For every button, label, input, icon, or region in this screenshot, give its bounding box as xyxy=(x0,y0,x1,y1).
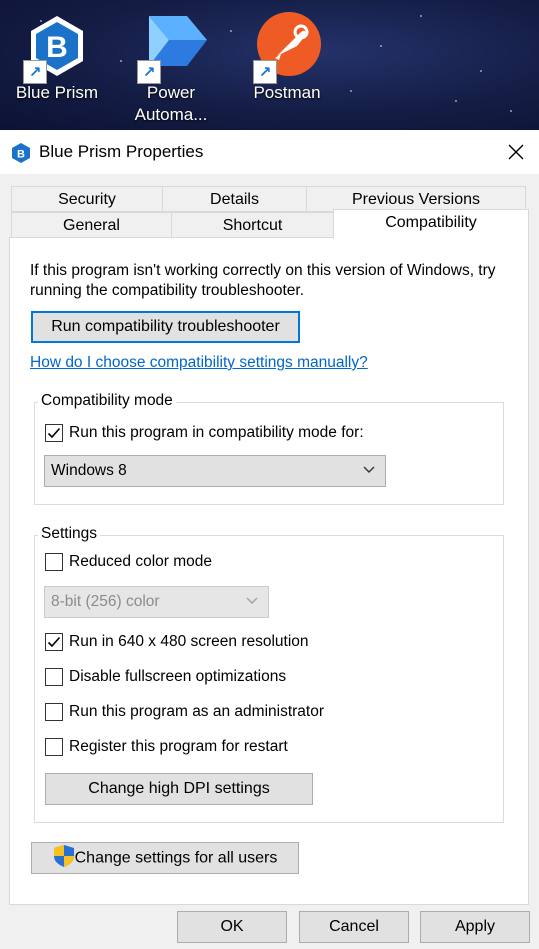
settings-label: Settings xyxy=(38,525,101,543)
blue-prism-icon: B xyxy=(10,142,32,164)
desktop-icon-label: Blue Prism xyxy=(15,83,99,102)
star xyxy=(480,70,482,72)
apply-button[interactable]: Apply xyxy=(420,911,530,943)
change-all-users-label: Change settings for all users xyxy=(74,849,278,867)
run-admin-checkbox[interactable] xyxy=(45,703,63,721)
desktop-shortcut-postman[interactable]: ↗ Postman xyxy=(237,10,337,104)
os-select[interactable]: Windows 8 xyxy=(44,455,386,487)
checkmark-icon xyxy=(47,636,61,648)
postman-icon: ↗ xyxy=(251,10,323,84)
res-640-checkbox[interactable] xyxy=(45,633,63,651)
change-all-users-button[interactable]: Change settings for all users xyxy=(31,842,299,874)
desktop-icon-label: Power Automa... xyxy=(134,83,208,124)
power-automate-icon: ↗ xyxy=(135,10,207,84)
change-dpi-button[interactable]: Change high DPI settings xyxy=(45,773,313,805)
star xyxy=(380,45,382,47)
blue-prism-icon: B ↗ xyxy=(21,10,93,84)
compatibility-panel: If this program isn't working correctly … xyxy=(9,237,529,905)
tab-security[interactable]: Security xyxy=(11,186,163,212)
compat-mode-label: Run this program in compatibility mode f… xyxy=(69,424,364,441)
chevron-down-icon xyxy=(246,597,258,604)
register-restart-checkbox[interactable] xyxy=(45,738,63,756)
window-title: Blue Prism Properties xyxy=(39,142,204,161)
star xyxy=(455,100,457,102)
register-restart-label: Register this program for restart xyxy=(69,738,288,755)
reduced-color-checkbox[interactable] xyxy=(45,553,63,571)
close-icon xyxy=(508,144,524,160)
tab-compatibility[interactable]: Compatibility xyxy=(333,209,529,239)
desktop-shortcut-blue-prism[interactable]: B ↗ Blue Prism xyxy=(7,10,107,104)
title-bar[interactable]: B Blue Prism Properties xyxy=(0,130,539,174)
star xyxy=(510,110,512,112)
chevron-down-icon xyxy=(363,466,375,473)
disable-fullscreen-label: Disable fullscreen optimizations xyxy=(69,668,287,685)
properties-dialog: B Blue Prism Properties Security Details… xyxy=(0,130,539,949)
ok-button[interactable]: OK xyxy=(177,911,287,943)
run-admin-label: Run this program as an administrator xyxy=(69,703,325,720)
settings-group: Settings Reduced color mode 8-bit (256) … xyxy=(34,525,504,823)
os-select-value: Windows 8 xyxy=(51,462,127,479)
shortcut-arrow-icon: ↗ xyxy=(253,60,277,84)
checkmark-icon xyxy=(47,427,61,439)
close-button[interactable] xyxy=(493,130,539,174)
disable-fullscreen-checkbox[interactable] xyxy=(45,668,63,686)
star xyxy=(350,90,352,92)
star xyxy=(420,15,422,17)
shortcut-arrow-icon: ↗ xyxy=(137,60,161,84)
help-link[interactable]: How do I choose compatibility settings m… xyxy=(30,354,368,372)
tab-general[interactable]: General xyxy=(11,212,172,238)
shortcut-arrow-icon: ↗ xyxy=(23,60,47,84)
cancel-button[interactable]: Cancel xyxy=(299,911,409,943)
compatibility-mode-group: Compatibility mode Run this program in c… xyxy=(34,392,504,505)
star xyxy=(230,30,232,32)
color-depth-value: 8-bit (256) color xyxy=(51,593,160,610)
compat-mode-checkbox[interactable] xyxy=(45,424,63,442)
desktop-shortcut-power-automate[interactable]: ↗ Power Automa... xyxy=(121,10,221,126)
reduced-color-label: Reduced color mode xyxy=(69,553,213,570)
run-troubleshooter-button[interactable]: Run compatibility troubleshooter xyxy=(31,311,300,343)
res-640-label: Run in 640 x 480 screen resolution xyxy=(69,633,309,650)
intro-text: If this program isn't working correctly … xyxy=(30,262,496,299)
desktop-background: B ↗ Blue Prism ↗ Power Automa... ↗ Postm… xyxy=(0,0,539,130)
desktop-icon-label: Postman xyxy=(253,83,321,102)
tab-details[interactable]: Details xyxy=(162,186,307,212)
compatibility-mode-label: Compatibility mode xyxy=(38,392,176,410)
svg-text:B: B xyxy=(46,31,68,64)
svg-text:B: B xyxy=(17,149,25,161)
color-depth-select: 8-bit (256) color xyxy=(44,586,269,618)
shield-icon xyxy=(53,844,75,873)
tab-shortcut[interactable]: Shortcut xyxy=(171,212,334,238)
